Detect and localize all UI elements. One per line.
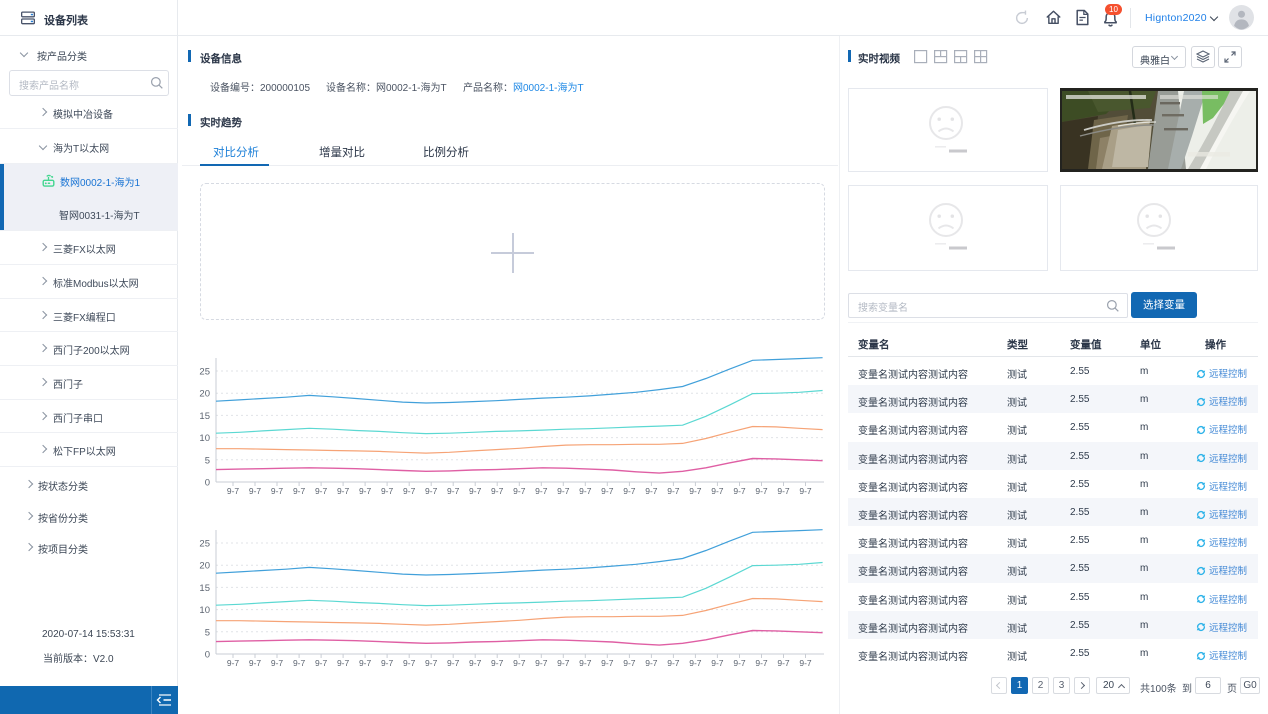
svg-text:9-7: 9-7 (271, 658, 284, 668)
svg-text:9-7: 9-7 (755, 658, 768, 668)
svg-text:10: 10 (199, 433, 210, 444)
svg-text:9-7: 9-7 (425, 486, 438, 496)
svg-text:20: 20 (199, 561, 210, 572)
svg-text:9-7: 9-7 (579, 658, 592, 668)
svg-text:9-7: 9-7 (513, 486, 526, 496)
svg-text:9-7: 9-7 (667, 658, 680, 668)
svg-text:9-7: 9-7 (711, 658, 724, 668)
svg-text:9-7: 9-7 (535, 658, 548, 668)
svg-text:9-7: 9-7 (359, 658, 372, 668)
svg-text:15: 15 (199, 411, 210, 422)
svg-text:9-7: 9-7 (623, 658, 636, 668)
svg-text:9-7: 9-7 (403, 486, 416, 496)
svg-text:9-7: 9-7 (315, 486, 328, 496)
svg-text:9-7: 9-7 (623, 486, 636, 496)
svg-text:9-7: 9-7 (227, 486, 240, 496)
svg-text:9-7: 9-7 (491, 658, 504, 668)
svg-text:9-7: 9-7 (535, 486, 548, 496)
svg-text:9-7: 9-7 (755, 486, 768, 496)
svg-text:9-7: 9-7 (425, 658, 438, 668)
svg-text:9-7: 9-7 (733, 486, 746, 496)
svg-text:15: 15 (199, 583, 210, 594)
svg-text:9-7: 9-7 (601, 658, 614, 668)
svg-text:9-7: 9-7 (447, 658, 460, 668)
svg-text:9-7: 9-7 (799, 658, 812, 668)
svg-text:9-7: 9-7 (777, 486, 790, 496)
svg-text:5: 5 (205, 627, 210, 638)
svg-text:20: 20 (199, 389, 210, 400)
svg-text:0: 0 (205, 650, 210, 661)
svg-text:9-7: 9-7 (645, 486, 658, 496)
svg-text:9-7: 9-7 (315, 658, 328, 668)
svg-text:9-7: 9-7 (271, 486, 284, 496)
svg-text:5: 5 (205, 455, 210, 466)
svg-text:9-7: 9-7 (249, 658, 262, 668)
svg-text:9-7: 9-7 (227, 658, 240, 668)
svg-text:9-7: 9-7 (579, 486, 592, 496)
svg-text:25: 25 (199, 367, 210, 378)
svg-text:9-7: 9-7 (469, 658, 482, 668)
svg-text:9-7: 9-7 (403, 658, 416, 668)
svg-text:9-7: 9-7 (557, 486, 570, 496)
svg-text:25: 25 (199, 539, 210, 550)
svg-text:0: 0 (205, 478, 210, 489)
svg-text:9-7: 9-7 (689, 486, 702, 496)
svg-text:9-7: 9-7 (381, 658, 394, 668)
svg-text:9-7: 9-7 (799, 486, 812, 496)
svg-text:9-7: 9-7 (733, 658, 746, 668)
svg-text:9-7: 9-7 (359, 486, 372, 496)
svg-text:9-7: 9-7 (491, 486, 504, 496)
svg-text:9-7: 9-7 (689, 658, 702, 668)
svg-text:9-7: 9-7 (777, 658, 790, 668)
svg-text:9-7: 9-7 (381, 486, 394, 496)
svg-text:9-7: 9-7 (337, 658, 350, 668)
svg-text:9-7: 9-7 (601, 486, 614, 496)
svg-text:9-7: 9-7 (645, 658, 658, 668)
svg-text:9-7: 9-7 (711, 486, 724, 496)
svg-text:9-7: 9-7 (447, 486, 460, 496)
svg-text:9-7: 9-7 (249, 486, 262, 496)
svg-text:9-7: 9-7 (469, 486, 482, 496)
svg-text:9-7: 9-7 (513, 658, 526, 668)
svg-text:9-7: 9-7 (293, 658, 306, 668)
svg-text:9-7: 9-7 (557, 658, 570, 668)
svg-text:10: 10 (199, 605, 210, 616)
svg-text:9-7: 9-7 (293, 486, 306, 496)
svg-text:9-7: 9-7 (337, 486, 350, 496)
svg-text:9-7: 9-7 (667, 486, 680, 496)
